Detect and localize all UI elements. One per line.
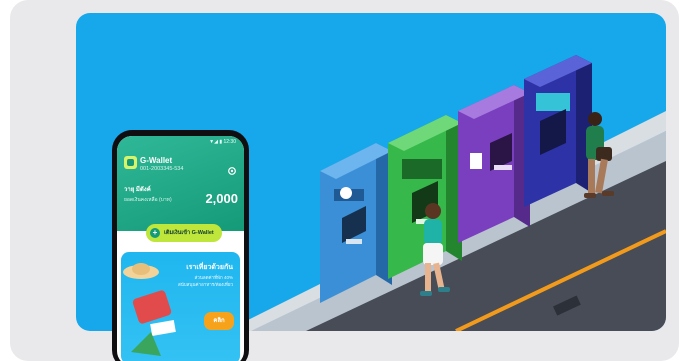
luggage-icon [132, 290, 172, 324]
phone-mockup: ▼◢ ▮ 12:30 G-Wallet 001-2003345-534 วายุ… [112, 130, 249, 361]
g-wallet-logo-icon [124, 156, 137, 169]
user-name: วายุ มีตังค์ [124, 187, 151, 193]
atm-purple [458, 85, 530, 243]
bank-logo-icon [340, 187, 352, 199]
topup-label: เติมเงินเข้า G-Wallet [164, 230, 214, 236]
promo-title: เราเที่ยวด้วยกัน [186, 264, 233, 271]
balance-amount: 2,000 [205, 191, 238, 206]
wallet-number: 001-2003345-534 [140, 166, 184, 172]
balance-label: ยอดเงินคงเหลือ (บาท) [124, 197, 172, 203]
promo-line-1: ส่วนลดค่าที่พัก 40% [194, 275, 233, 280]
promo-banner[interactable]: เราเที่ยวด้วยกัน ส่วนลดค่าที่พัก 40% สนั… [121, 252, 240, 361]
atm-navy [524, 55, 592, 207]
leaf-icon [131, 332, 161, 356]
phone-screen: ▼◢ ▮ 12:30 G-Wallet 001-2003345-534 วายุ… [117, 136, 244, 361]
plus-icon: + [150, 228, 160, 238]
wallet-title: G-Wallet [140, 156, 173, 165]
topup-button[interactable]: + เติมเงินเข้า G-Wallet [146, 224, 222, 242]
wallet-header: ▼◢ ▮ 12:30 G-Wallet 001-2003345-534 วายุ… [117, 136, 244, 231]
status-bar: ▼◢ ▮ 12:30 [209, 139, 236, 145]
promo-click-button[interactable]: คลิก [204, 312, 234, 330]
promo-line-2: สนับสนุนค่าอาหาร/ท่องเที่ยว [177, 282, 233, 287]
ticket-icon [150, 320, 176, 336]
gear-icon[interactable] [227, 166, 237, 176]
